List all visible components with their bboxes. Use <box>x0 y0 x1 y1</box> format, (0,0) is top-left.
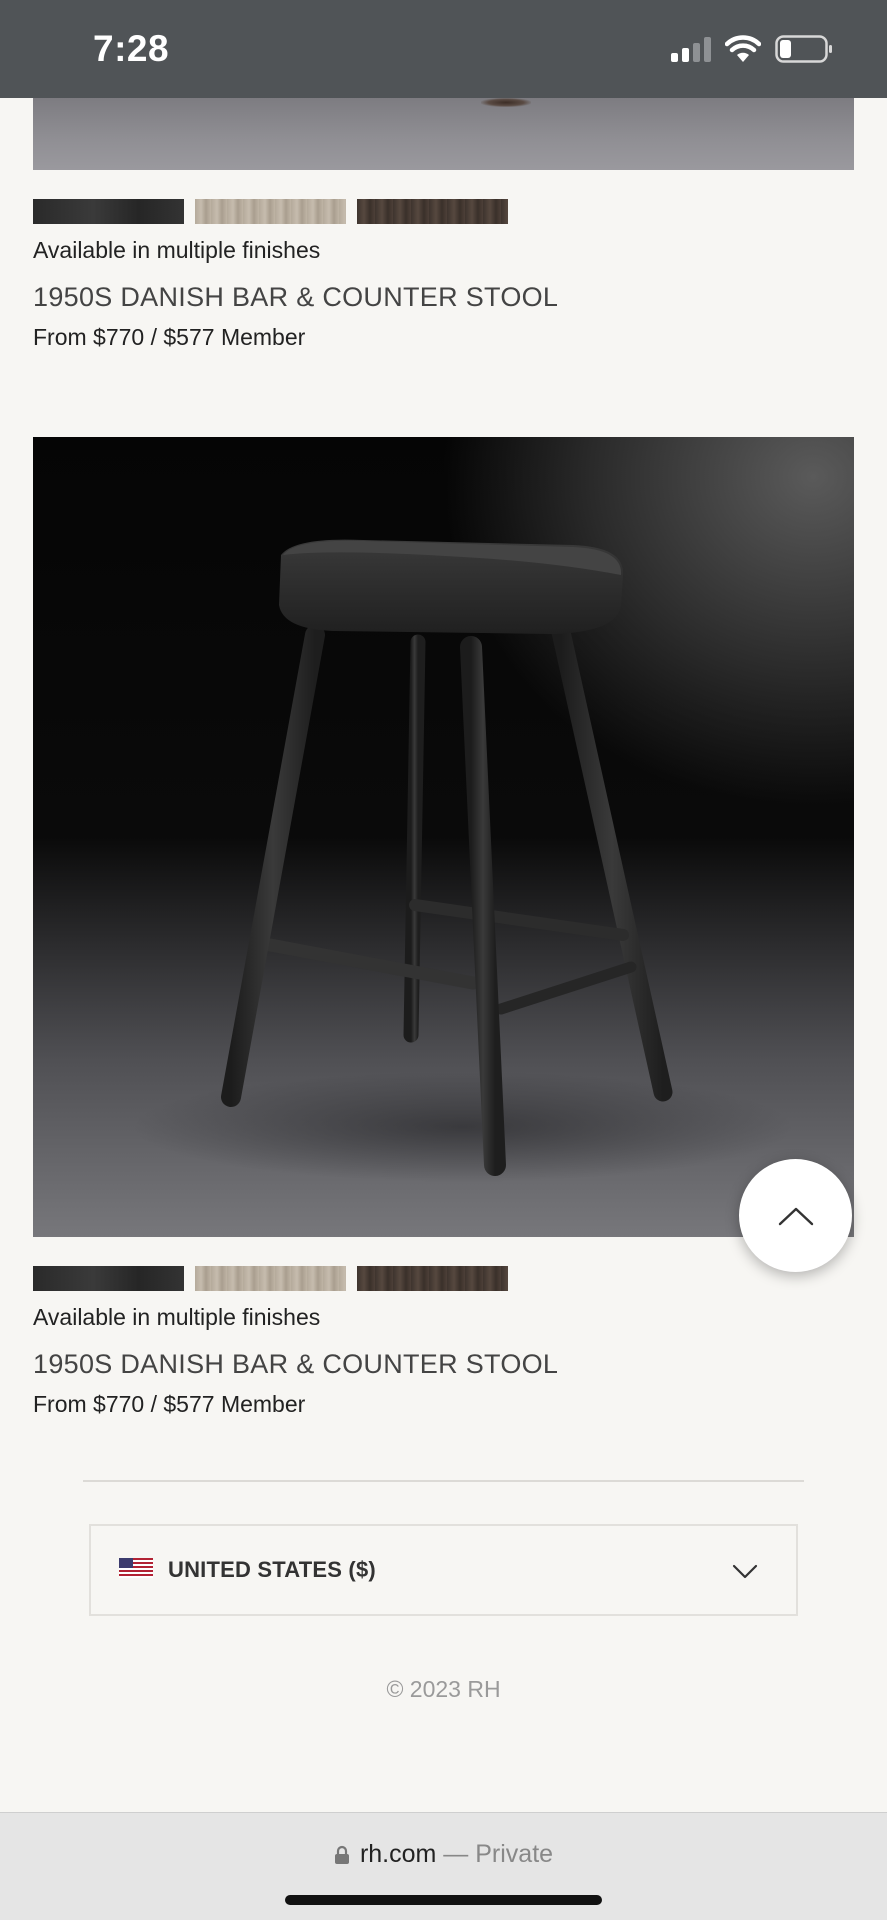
us-flag-icon <box>119 1558 153 1578</box>
finishes-text: Available in multiple finishes <box>33 237 321 263</box>
lock-icon <box>334 1845 349 1864</box>
chevron-up-icon <box>778 1207 813 1225</box>
product-title-link[interactable]: 1950S DANISH BAR & COUNTER STOOL <box>33 1349 558 1380</box>
status-time: 7:28 <box>93 28 170 69</box>
url-separator: — <box>436 1840 476 1868</box>
swatch-walnut[interactable] <box>357 1266 508 1291</box>
home-indicator[interactable] <box>285 1895 602 1905</box>
swatch-black[interactable] <box>33 1266 184 1291</box>
product-title-link[interactable]: 1950S DANISH BAR & COUNTER STOOL <box>33 282 558 313</box>
status-bar: 7:28 <box>0 0 887 98</box>
product-image-2[interactable] <box>33 437 854 1237</box>
finishes-text: Available in multiple finishes <box>33 1304 321 1330</box>
product-price: From $770 / $577 Member <box>33 1391 306 1417</box>
copyright-text: © 2023 RH <box>386 1676 501 1702</box>
scroll-to-top-button[interactable] <box>739 1159 852 1272</box>
url-domain: rh.com <box>359 1840 437 1868</box>
swatch-walnut[interactable] <box>357 199 508 224</box>
product-price: From $770 / $577 Member <box>33 324 306 350</box>
country-label: UNITED STATES ($) <box>168 1557 376 1582</box>
stool-foot <box>481 98 531 107</box>
swatch-oak[interactable] <box>195 1266 346 1291</box>
chevron-down-icon <box>732 1564 758 1579</box>
browsing-mode: Private <box>475 1840 554 1868</box>
battery-icon <box>775 35 832 63</box>
page: 7:28 Available in multiple finishes 1950… <box>0 0 887 1920</box>
swatch-row-2 <box>33 1266 508 1291</box>
footer-divider <box>83 1480 804 1482</box>
product-image-1[interactable] <box>33 98 854 170</box>
url-row[interactable]: rh.com — Private <box>0 1840 887 1869</box>
wifi-icon <box>725 35 761 62</box>
cellular-signal-icon <box>671 36 711 62</box>
country-selector[interactable]: UNITED STATES ($) <box>89 1524 798 1616</box>
status-icons <box>671 34 833 64</box>
swatch-oak[interactable] <box>195 199 346 224</box>
swatch-black[interactable] <box>33 199 184 224</box>
bar-stool-illustration <box>133 539 793 1182</box>
swatch-row-1 <box>33 199 508 224</box>
